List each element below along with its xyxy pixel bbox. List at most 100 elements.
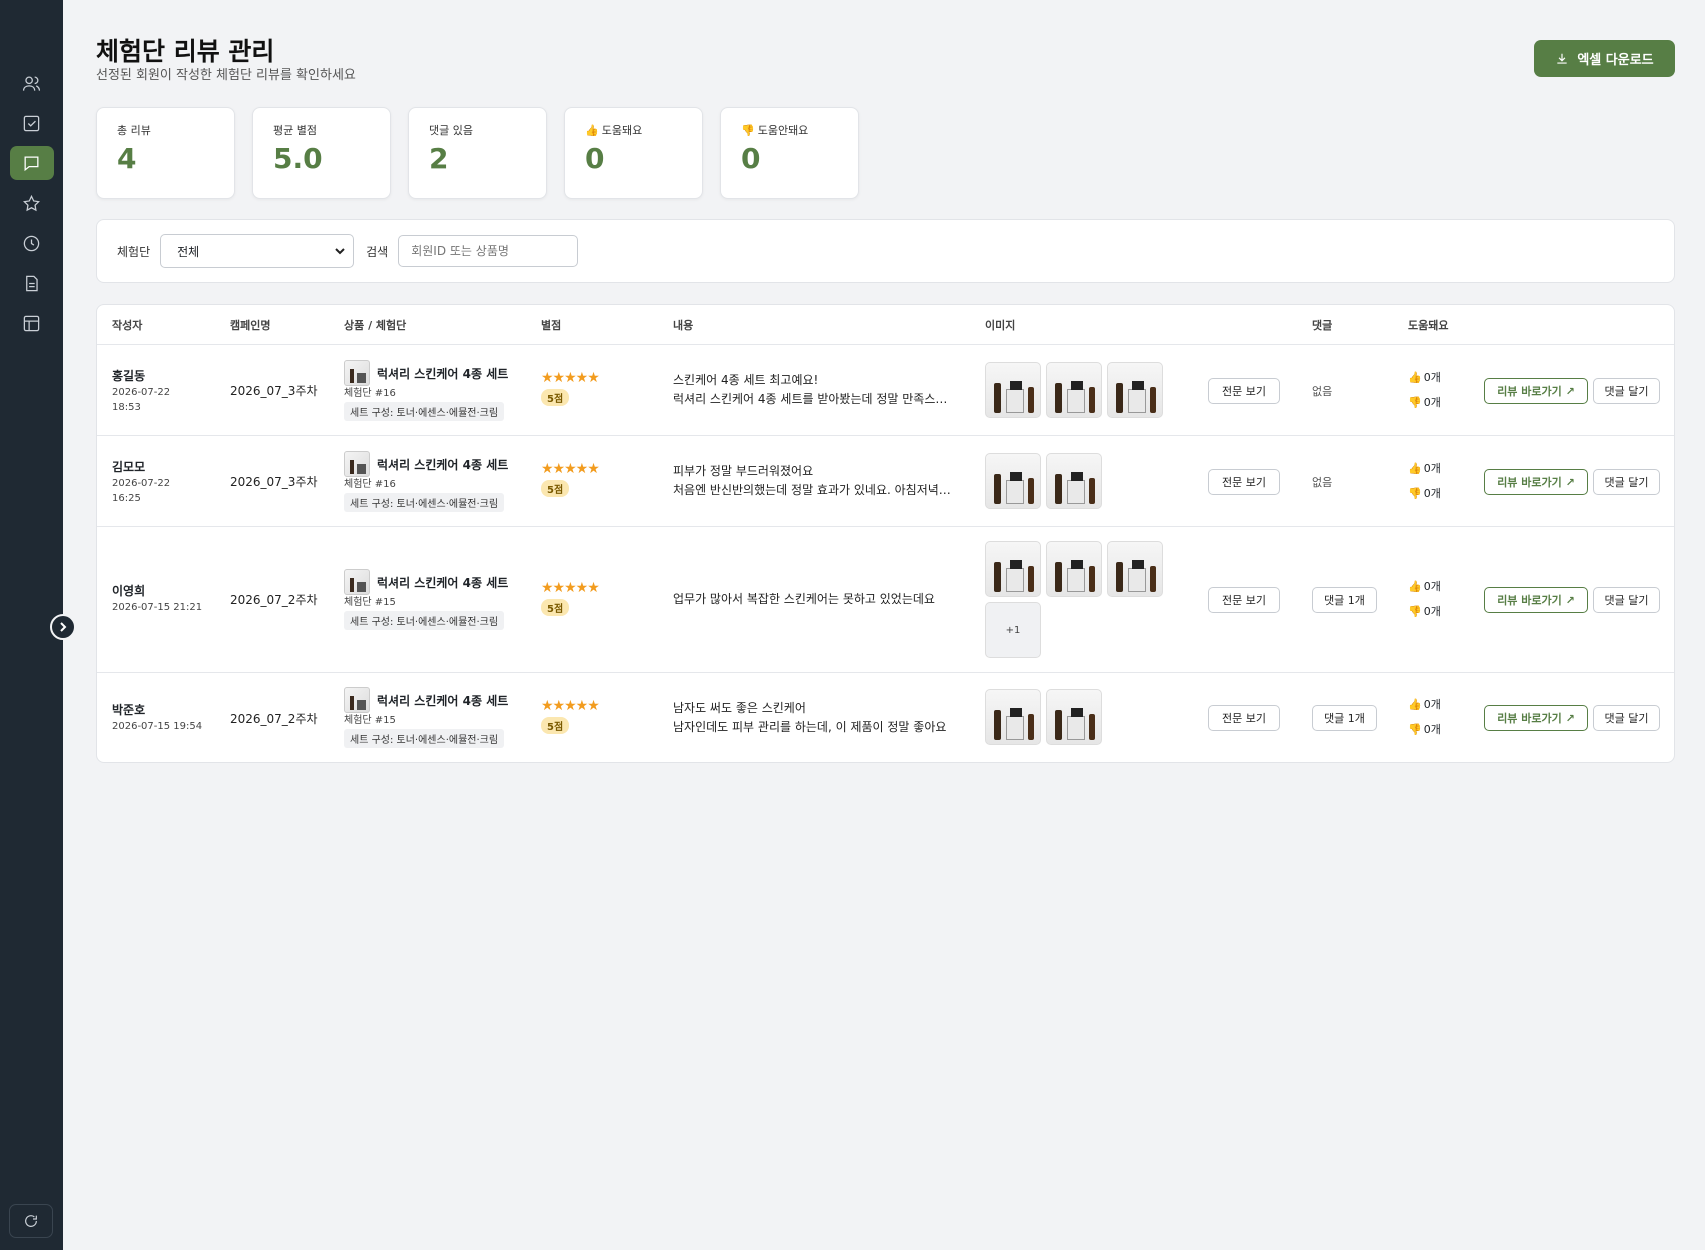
review-image[interactable]	[985, 453, 1041, 509]
go-to-review-button[interactable]: 리뷰 바로가기 ↗	[1484, 378, 1588, 404]
thumbs-down-icon: 👎	[1408, 487, 1422, 500]
review-image[interactable]	[985, 541, 1041, 597]
sidebar-item-favorites[interactable]	[10, 186, 54, 220]
product-cell: 럭셔리 스킨케어 4종 세트 체험단 #15 세트 구성: 토너·에센스·에뮬전…	[344, 687, 529, 748]
image-list	[985, 453, 1175, 509]
score-badge: 5점	[541, 599, 570, 616]
rating-cell: ★★★★★ 5점	[541, 461, 600, 497]
campaign-name: 2026_07_3주차	[230, 384, 318, 398]
col-images: 이미지	[985, 319, 1016, 332]
sidebar-item-documents[interactable]	[10, 266, 54, 300]
more-images-button[interactable]: +1	[985, 602, 1041, 658]
reply-button[interactable]: 댓글 달기	[1593, 469, 1660, 495]
checkbox-icon	[23, 115, 40, 131]
rating-cell: ★★★★★ 5점	[541, 370, 600, 406]
review-image[interactable]	[985, 362, 1041, 418]
sidebar-item-members[interactable]	[10, 66, 54, 100]
table-row: 박준호 2026-07-15 19:54 2026_07_2주차 럭셔리 스킨케…	[97, 673, 1674, 763]
page-subtitle: 선정된 회원이 작성한 체험단 리뷰를 확인하세요	[96, 68, 356, 83]
refresh-button[interactable]	[9, 1204, 53, 1238]
reply-button[interactable]: 댓글 달기	[1593, 705, 1660, 731]
reply-button[interactable]: 댓글 달기	[1593, 378, 1660, 404]
author-name: 김모모	[112, 460, 146, 474]
go-to-review-button[interactable]: 리뷰 바로가기 ↗	[1484, 705, 1588, 731]
search-label: 검색	[366, 244, 389, 259]
product-thumbnail	[344, 451, 370, 477]
review-image[interactable]	[985, 689, 1041, 745]
go-to-review-button[interactable]: 리뷰 바로가기 ↗	[1484, 469, 1588, 495]
review-image[interactable]	[1046, 541, 1102, 597]
excel-download-label: 엑셀 다운로드	[1577, 53, 1654, 68]
score-badge: 5점	[541, 480, 570, 497]
review-time: 16:25	[112, 493, 141, 504]
stat-value: 5.0	[273, 142, 323, 175]
star-rating: ★★★★★	[541, 698, 600, 714]
stat-value: 2	[429, 142, 449, 175]
full-text-button[interactable]: 전문 보기	[1208, 469, 1280, 495]
star-rating: ★★★★★	[541, 461, 600, 477]
thumbs-down-icon: 👎	[1408, 605, 1422, 618]
review-image[interactable]	[1107, 541, 1163, 597]
product-cell: 럭셔리 스킨케어 4종 세트 체험단 #16 세트 구성: 토너·에센스·에뮬전…	[344, 451, 529, 512]
group-select-value: 전체	[177, 244, 200, 259]
sidebar-nav	[0, 60, 63, 346]
comment-count-button[interactable]: 댓글 1개	[1312, 705, 1377, 731]
full-text-button[interactable]: 전문 보기	[1208, 378, 1280, 404]
review-body: 럭셔리 스킨케어 4종 세트를 받아봤는데 정말 만족스러워요	[673, 392, 958, 406]
thumbs-up-icon: 👍	[1408, 462, 1422, 475]
review-title: 스킨케어 4종 세트 최고예요!	[673, 373, 819, 387]
layout-icon	[23, 315, 40, 331]
set-tag: 세트 구성: 토너·에센스·에뮬전·크림	[344, 493, 505, 512]
sidebar-item-reviews[interactable]	[9, 146, 54, 180]
go-to-review-button[interactable]: 리뷰 바로가기 ↗	[1484, 587, 1588, 613]
full-text-button[interactable]: 전문 보기	[1208, 705, 1280, 731]
helpful-counts: 👍 0개 👎 0개	[1408, 365, 1441, 415]
content-cell: 남자도 써도 좋은 스킨케어 남자인데도 피부 관리를 하는데, 이 제품이 정…	[673, 699, 958, 737]
table-header: 작성자 캠페인명 상품 / 체험단 별점 내용 이미지 댓글 도움돼요	[97, 305, 1674, 345]
product-thumbnail	[344, 687, 370, 713]
sidebar-expand-button[interactable]	[50, 614, 76, 640]
thumbs-up-icon: 👍	[585, 123, 599, 137]
image-list	[985, 689, 1175, 745]
set-tag: 세트 구성: 토너·에센스·에뮬전·크림	[344, 729, 505, 748]
helpful-counts: 👍 0개 👎 0개	[1408, 456, 1441, 506]
sidebar-item-layout[interactable]	[10, 306, 54, 340]
author-name: 홍길동	[112, 369, 146, 383]
comment-count-button[interactable]: 댓글 1개	[1312, 587, 1377, 613]
sidebar-item-campaigns[interactable]	[10, 106, 54, 140]
group-select[interactable]: 전체	[160, 234, 355, 268]
col-campaign: 캠페인명	[230, 319, 271, 332]
star-rating: ★★★★★	[541, 370, 600, 386]
stat-card-helpful: 👍 도움돼요 0	[564, 107, 703, 199]
stat-value: 0	[741, 142, 761, 175]
campaign-name: 2026_07_2주차	[230, 593, 318, 607]
stat-label: 총 리뷰	[117, 124, 151, 137]
image-list: +1	[985, 541, 1175, 658]
score-badge: 5점	[541, 717, 570, 734]
group-number: 체험단 #16	[344, 388, 396, 399]
score-badge: 5점	[541, 389, 570, 406]
stat-label: 👎 도움안돼요	[741, 123, 809, 138]
rating-cell: ★★★★★ 5점	[541, 580, 600, 616]
search-input[interactable]	[398, 235, 579, 267]
reply-button[interactable]: 댓글 달기	[1593, 587, 1660, 613]
review-image[interactable]	[1046, 362, 1102, 418]
stat-label: 평균 별점	[273, 124, 317, 137]
helpful-counts: 👍 0개 👎 0개	[1408, 692, 1441, 742]
review-date: 2026-07-15 19:54	[112, 721, 203, 732]
full-text-button[interactable]: 전문 보기	[1208, 587, 1280, 613]
review-image[interactable]	[1046, 453, 1102, 509]
sidebar-item-history[interactable]	[10, 226, 54, 260]
author-name: 박준호	[112, 703, 146, 717]
refresh-icon	[25, 1215, 37, 1227]
content-cell: 피부가 정말 부드러워졌어요 처음엔 반신반의했는데 정말 효과가 있네요. 아…	[673, 462, 958, 500]
review-image[interactable]	[1046, 689, 1102, 745]
review-title: 남자도 써도 좋은 스킨케어	[673, 701, 806, 715]
excel-download-button[interactable]: 엑셀 다운로드	[1534, 40, 1675, 77]
review-image[interactable]	[1107, 362, 1163, 418]
thumbs-up-icon: 👍	[1408, 580, 1422, 593]
thumbs-down-icon: 👎	[1408, 396, 1422, 409]
author-cell: 박준호 2026-07-15 19:54	[112, 701, 202, 733]
product-thumbnail	[344, 569, 370, 595]
document-icon	[26, 275, 38, 291]
